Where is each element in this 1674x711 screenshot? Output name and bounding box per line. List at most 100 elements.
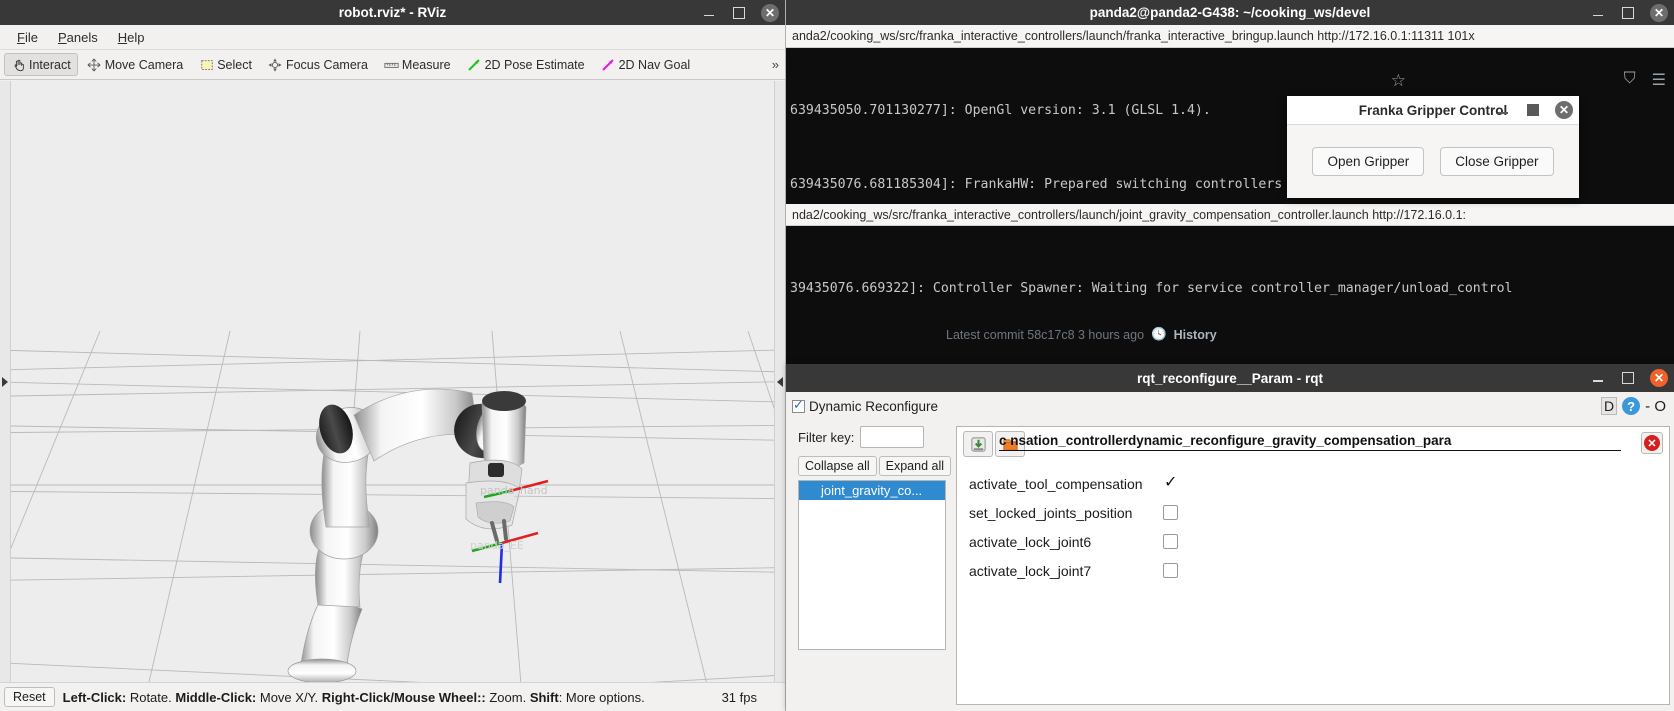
gripper-dialog-body: Open Gripper Close Gripper (1287, 125, 1579, 198)
filter-key-row: Filter key: (790, 426, 950, 448)
rviz-titlebar[interactable]: robot.rviz* - RViz ✕ (0, 0, 785, 25)
rviz-maximize-button[interactable] (731, 5, 747, 21)
mouse-hint-text: Left-Click: Rotate. Middle-Click: Move X… (63, 690, 645, 705)
param-checkbox-activate-lock-joint6[interactable] (1163, 534, 1178, 549)
menu-file[interactable]: File (8, 28, 47, 47)
nav-goal-arrow-icon (601, 57, 616, 72)
rqt-titlebar[interactable]: rqt_reconfigure__Param - rqt ✕ (786, 364, 1674, 392)
dynamic-reconfigure-checkbox[interactable] (792, 397, 805, 413)
param-label: activate_lock_joint6 (969, 533, 1092, 550)
focus-camera-icon (268, 57, 283, 72)
gripper-maximize-button[interactable] (1525, 102, 1541, 118)
browser-action-icons: ⛉ ☰ (1624, 70, 1666, 90)
rviz-3d-viewport[interactable]: panda_hand panda_EE (0, 81, 785, 682)
rqt-close-button[interactable]: ✕ (1650, 369, 1668, 387)
star-icon[interactable]: ☆ (1391, 71, 1406, 91)
param-checkbox-set-locked-joints-position[interactable] (1163, 505, 1178, 520)
terminal-url-text: anda2/cooking_ws/src/franka_interactive_… (792, 29, 1475, 43)
param-row-activate-tool-compensation: activate_tool_compensation (969, 469, 1669, 498)
parameter-group-toolbar: c nsation_controllerdynamic_reconfigure_… (957, 427, 1669, 461)
expand-left-panel-icon[interactable] (2, 376, 8, 387)
close-gripper-button[interactable]: Close Gripper (1440, 147, 1554, 176)
param-checkbox-activate-lock-joint7[interactable] (1163, 563, 1178, 578)
rviz-close-button[interactable]: ✕ (761, 3, 779, 22)
save-disk-icon[interactable] (963, 431, 993, 457)
open-gripper-button[interactable]: Open Gripper (1312, 147, 1425, 176)
ruler-icon (384, 57, 399, 72)
param-row-activate-lock-joint6: activate_lock_joint6 (969, 527, 1669, 556)
shield-icon[interactable]: ⛉ (1624, 70, 1636, 90)
open-folder-icon[interactable] (995, 431, 1025, 457)
robot-model-panda: panda_hand panda_EE (287, 388, 549, 682)
expand-right-panel-icon[interactable] (777, 376, 783, 387)
fps-counter: 31 fps (721, 689, 757, 705)
select-icon (199, 57, 214, 72)
tool-select-label: Select (217, 57, 252, 72)
tool-measure-label: Measure (401, 57, 451, 72)
tool-select[interactable]: Select (192, 53, 259, 76)
hint-zoom: Zoom. (485, 689, 530, 705)
tool-measure[interactable]: Measure (377, 53, 458, 76)
param-label: set_locked_joints_position (969, 504, 1133, 521)
right-panel-splitter[interactable] (774, 81, 785, 682)
tree-item-joint-gravity-compensation[interactable]: joint_gravity_co... (799, 481, 945, 500)
tool-2d-nav-goal-label: 2D Nav Goal (618, 57, 691, 72)
param-label: activate_lock_joint7 (969, 562, 1092, 579)
tool-2d-pose-estimate-label: 2D Pose Estimate (484, 57, 585, 72)
move-camera-icon (87, 57, 102, 72)
rviz-statusbar: Reset Left-Click: Rotate. Middle-Click: … (0, 682, 785, 711)
franka-gripper-dialog: Franka Gripper Control ✕ Open Gripper Cl… (1287, 96, 1579, 198)
hint-rotate: Rotate. (126, 689, 176, 705)
toolbar-overflow-button[interactable]: » (772, 57, 779, 72)
parameter-list: activate_tool_compensation set_locked_jo… (957, 461, 1669, 585)
collapse-all-button[interactable]: Collapse all (798, 456, 877, 476)
terminal-url-strip: anda2/cooking_ws/src/franka_interactive_… (786, 25, 1674, 48)
filter-key-input[interactable] (860, 426, 925, 448)
hint-left-click: Left-Click: (62, 689, 127, 705)
parameter-tree[interactable]: joint_gravity_co... (798, 480, 946, 650)
tool-move-camera[interactable]: Move Camera (80, 53, 191, 76)
rqt-minimize-button[interactable] (1590, 370, 1606, 386)
terminal-titlebar[interactable]: panda2@panda2-G438: ~/cooking_ws/devel ✕ (786, 0, 1674, 25)
terminal-window-2[interactable]: nda2/cooking_ws/src/franka_interactive_c… (786, 204, 1674, 664)
history-link[interactable]: History (1174, 328, 1217, 342)
tool-2d-pose-estimate[interactable]: 2D Pose Estimate (460, 53, 592, 76)
latest-commit-text: Latest commit 58c17c8 3 hours ago (946, 327, 1145, 342)
tool-focus-camera[interactable]: Focus Camera (261, 53, 375, 76)
tool-2d-nav-goal[interactable]: 2D Nav Goal (594, 53, 698, 76)
desktop-screen: robot.rviz* - RViz ✕ File Panels Help In… (0, 0, 1674, 711)
rviz-menubar: File Panels Help (0, 25, 785, 50)
rviz-minimize-button[interactable] (701, 5, 717, 21)
gripper-titlebar[interactable]: Franka Gripper Control ✕ (1287, 96, 1579, 125)
terminal-minimize-button[interactable] (1590, 5, 1606, 21)
terminal-maximize-button[interactable] (1620, 5, 1636, 21)
help-icon[interactable]: ? (1622, 397, 1641, 415)
expand-all-button[interactable]: Expand all (878, 456, 951, 476)
gripper-window-controls: ✕ (1495, 101, 1573, 119)
clock-icon: 🕓 (1151, 327, 1167, 341)
left-panel-splitter[interactable] (0, 81, 11, 682)
menu-panels[interactable]: Panels (49, 28, 107, 47)
rqt-maximize-button[interactable] (1620, 370, 1636, 386)
filter-key-label: Filter key: (798, 429, 855, 445)
commit-info-bar: Latest commit 58c17c8 3 hours ago 🕓 Hist… (946, 327, 1217, 342)
param-checkbox-activate-tool-compensation[interactable] (1163, 472, 1178, 492)
param-label: activate_tool_compensation (969, 475, 1143, 492)
panel-minimize-close-icons[interactable]: - O (1645, 398, 1666, 415)
reset-button[interactable]: Reset (4, 687, 55, 707)
hamburger-icon[interactable]: ☰ (1652, 70, 1666, 90)
hint-right-click: Right-Click/Mouse Wheel:: (321, 689, 486, 705)
tree-action-buttons: Collapse all Expand all (790, 456, 951, 476)
dock-icon[interactable]: D (1601, 397, 1618, 415)
rqt-window-title: rqt_reconfigure__Param - rqt (1136, 370, 1324, 386)
tf-label-panda-hand: panda_hand (480, 484, 548, 497)
gripper-close-button[interactable]: ✕ (1555, 101, 1573, 119)
tool-interact[interactable]: Interact (4, 53, 78, 76)
param-row-set-locked-joints-position: set_locked_joints_position (969, 498, 1669, 527)
rviz-window-controls: ✕ (701, 3, 779, 22)
parameter-group-title: c nsation_controllerdynamic_reconfigure_… (999, 433, 1621, 451)
terminal-close-button[interactable]: ✕ (1650, 3, 1668, 22)
close-circle-icon[interactable]: ✕ (1641, 432, 1663, 454)
menu-help[interactable]: Help (109, 28, 154, 47)
gripper-minimize-button[interactable] (1495, 102, 1511, 118)
